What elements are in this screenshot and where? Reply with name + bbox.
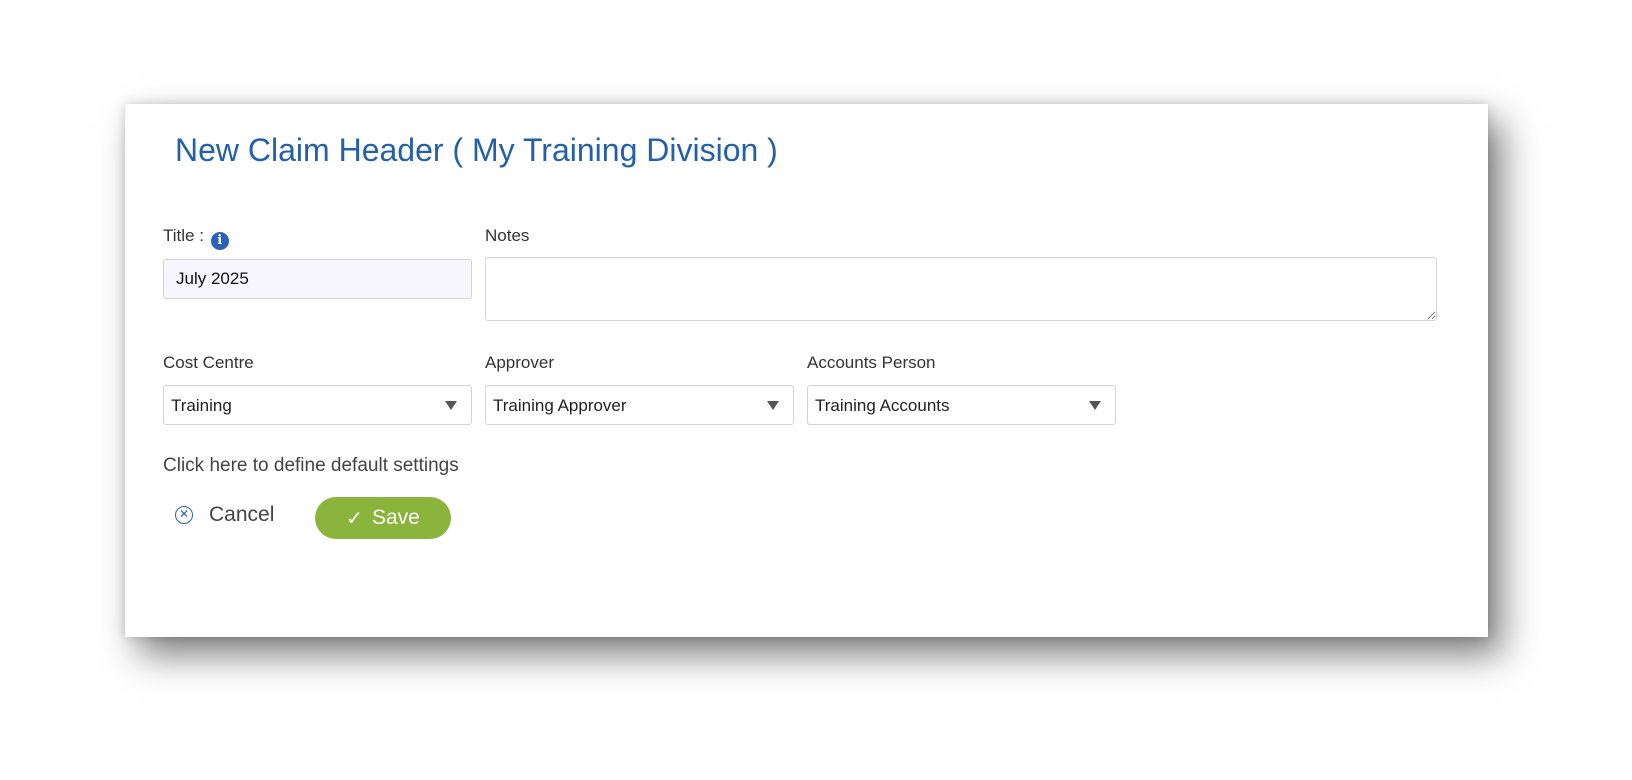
default-settings-link[interactable]: Click here to define default settings	[163, 455, 459, 477]
cost-centre-value: Training	[171, 396, 232, 415]
claim-header-dialog: New Claim Header ( My Training Division …	[125, 104, 1488, 637]
title-label-text: Title :	[163, 226, 204, 245]
notes-label: Notes	[485, 226, 530, 245]
accounts-person-label: Accounts Person	[807, 353, 936, 372]
info-icon[interactable]: i	[210, 232, 229, 250]
triangle-down-icon	[767, 401, 779, 410]
notes-textarea[interactable]	[485, 257, 1437, 321]
approver-label: Approver	[485, 353, 554, 372]
save-button[interactable]: ✓ Save	[315, 497, 451, 539]
dialog-title: New Claim Header ( My Training Division …	[175, 132, 778, 168]
circle-x-icon: ✕	[175, 506, 193, 524]
title-input[interactable]	[163, 259, 472, 299]
triangle-down-icon	[1089, 401, 1101, 410]
cancel-button[interactable]: ✕ Cancel	[175, 494, 274, 536]
cost-centre-select[interactable]: Training	[163, 385, 472, 425]
accounts-person-select[interactable]: Training Accounts	[807, 385, 1116, 425]
approver-value: Training Approver	[493, 396, 627, 415]
checkmark-icon: ✓	[346, 506, 363, 530]
cost-centre-label: Cost Centre	[163, 353, 254, 372]
title-field-label: Title : i	[163, 226, 229, 250]
accounts-person-value: Training Accounts	[815, 396, 950, 415]
approver-select[interactable]: Training Approver	[485, 385, 794, 425]
cancel-label: Cancel	[209, 503, 275, 526]
triangle-down-icon	[445, 401, 457, 410]
save-label: Save	[371, 506, 420, 529]
